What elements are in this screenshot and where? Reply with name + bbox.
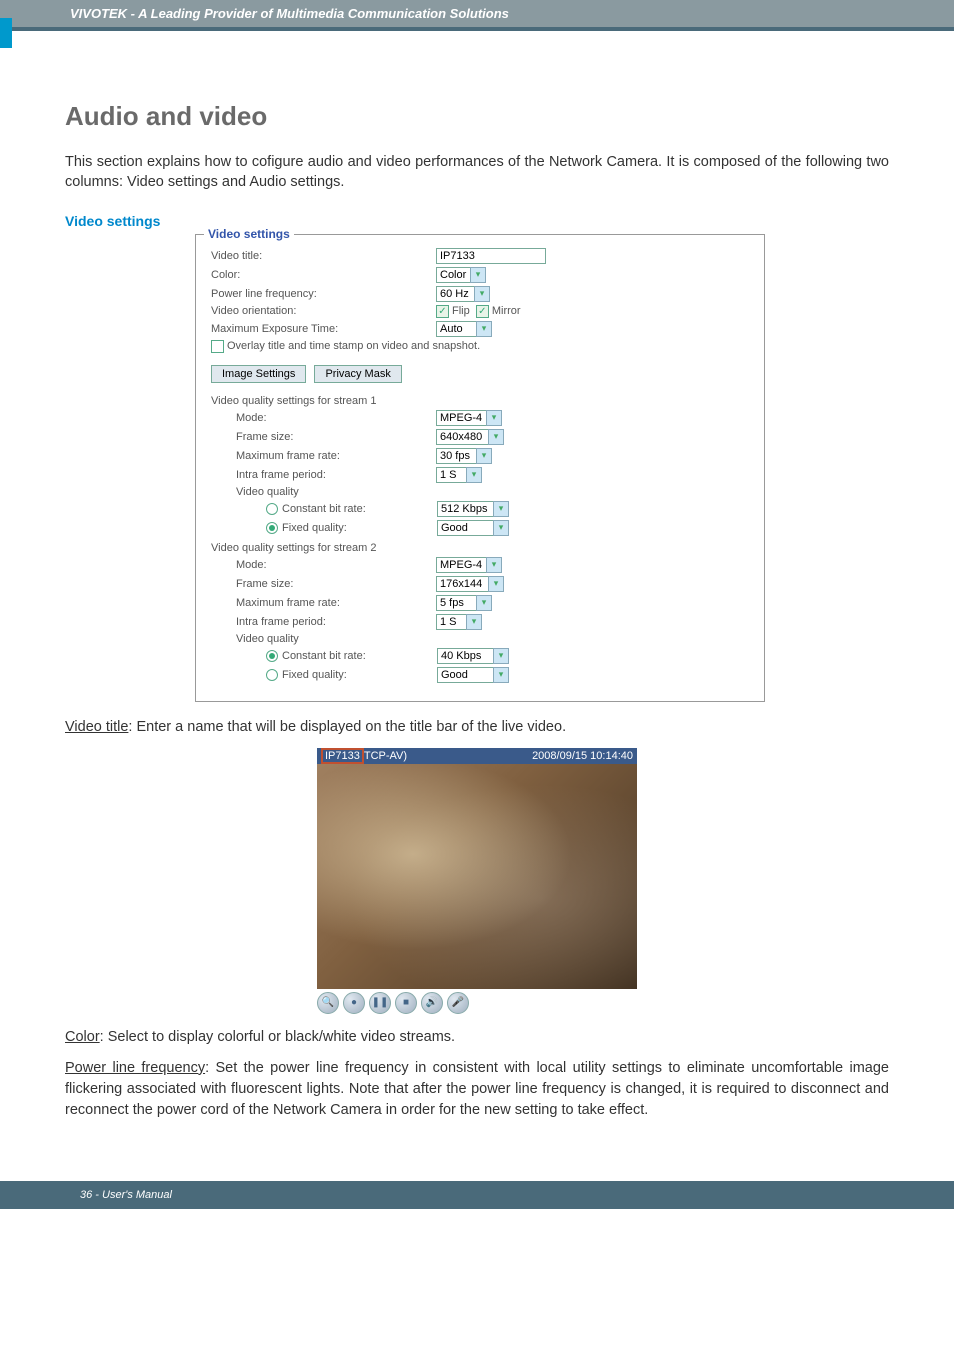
s1-cbr-radio[interactable] [266, 503, 278, 515]
s2-mode-select[interactable]: ▾ [436, 557, 502, 573]
s1-intra-select[interactable]: ▾ [436, 467, 482, 483]
s2-fs-select[interactable]: ▾ [436, 576, 504, 592]
video-title-input[interactable] [436, 248, 546, 264]
chevron-down-icon: ▾ [486, 410, 502, 426]
s1-fq-select[interactable]: ▾ [437, 520, 509, 536]
chevron-down-icon: ▾ [476, 448, 492, 464]
s2-fq-select[interactable]: ▾ [437, 667, 509, 683]
intro-paragraph: This section explains how to cofigure au… [65, 152, 889, 193]
privacy-mask-button[interactable]: Privacy Mask [314, 365, 401, 383]
chevron-down-icon: ▾ [493, 648, 509, 664]
s1-cbr-select[interactable]: ▾ [437, 501, 509, 517]
orientation-label: Video orientation: [211, 305, 436, 317]
video-overlay-title: IP7133 [321, 748, 364, 764]
panel-legend: Video settings [204, 227, 294, 241]
document-header: VIVOTEK - A Leading Provider of Multimed… [0, 0, 954, 27]
video-frame [317, 764, 637, 989]
video-overlay-protocol: TCP-AV) [364, 750, 407, 762]
chevron-down-icon: ▾ [470, 267, 486, 283]
chevron-down-icon: ▾ [466, 467, 482, 483]
page-footer: 36 - User's Manual [0, 1181, 954, 1209]
chevron-down-icon: ▾ [486, 557, 502, 573]
s2-mfr-label: Maximum frame rate: [236, 597, 436, 609]
s1-fs-select[interactable]: ▾ [436, 429, 504, 445]
image-settings-button[interactable]: Image Settings [211, 365, 306, 383]
side-tab [0, 18, 12, 48]
page-title: Audio and video [65, 101, 889, 132]
s1-fs-label: Frame size: [236, 431, 436, 443]
color-select[interactable]: ▾ [436, 267, 486, 283]
chevron-down-icon: ▾ [474, 286, 490, 302]
chevron-down-icon: ▾ [476, 321, 492, 337]
video-settings-heading: Video settings [65, 213, 889, 229]
chevron-down-icon: ▾ [488, 576, 504, 592]
s2-fq-label: Fixed quality: [282, 669, 437, 681]
chevron-down-icon: ▾ [493, 501, 509, 517]
s2-intra-select[interactable]: ▾ [436, 614, 482, 630]
record-icon[interactable]: ● [343, 992, 365, 1014]
s2-vq-label: Video quality [236, 633, 299, 645]
header-brand-text: VIVOTEK - A Leading Provider of Multimed… [70, 6, 934, 21]
chevron-down-icon: ▾ [466, 614, 482, 630]
chevron-down-icon: ▾ [476, 595, 492, 611]
flip-checkbox[interactable]: ✓ [436, 305, 449, 318]
plf-select[interactable]: ▾ [436, 286, 490, 302]
chevron-down-icon: ▾ [493, 520, 509, 536]
live-video-preview: IP7133TCP-AV) 2008/09/15 10:14:40 🔍 ● ❚❚… [317, 748, 637, 1017]
video-settings-panel: Video settings Video title: Color: ▾ Pow… [195, 234, 765, 702]
mic-icon[interactable]: 🎤 [447, 992, 469, 1014]
page-number: 36 - User's Manual [80, 1189, 172, 1201]
plf-desc: Power line frequency: Set the power line… [65, 1058, 889, 1121]
s2-cbr-label: Constant bit rate: [282, 650, 437, 662]
s1-fq-radio[interactable] [266, 522, 278, 534]
s2-intra-label: Intra frame period: [236, 616, 436, 628]
mirror-checkbox-label: Mirror [492, 305, 521, 317]
video-overlay-bar: IP7133TCP-AV) 2008/09/15 10:14:40 [317, 748, 637, 764]
s2-fq-radio[interactable] [266, 669, 278, 681]
met-label: Maximum Exposure Time: [211, 323, 436, 335]
mirror-checkbox[interactable]: ✓ [476, 305, 489, 318]
chevron-down-icon: ▾ [488, 429, 504, 445]
stream2-header: Video quality settings for stream 2 [211, 542, 749, 554]
chevron-down-icon: ▾ [493, 667, 509, 683]
color-label: Color: [211, 269, 436, 281]
overlay-checkbox-label: Overlay title and time stamp on video an… [227, 340, 480, 352]
s2-cbr-select[interactable]: ▾ [437, 648, 509, 664]
overlay-checkbox[interactable] [211, 340, 224, 353]
met-select[interactable]: ▾ [436, 321, 492, 337]
s2-fs-label: Frame size: [236, 578, 436, 590]
video-title-label: Video title: [211, 250, 436, 262]
plf-label: Power line frequency: [211, 288, 436, 300]
pause-icon[interactable]: ❚❚ [369, 992, 391, 1014]
stop-icon[interactable]: ■ [395, 992, 417, 1014]
video-title-desc: Video title: Enter a name that will be d… [65, 717, 889, 738]
s2-mfr-select[interactable]: ▾ [436, 595, 492, 611]
s1-intra-label: Intra frame period: [236, 469, 436, 481]
s1-mode-label: Mode: [236, 412, 436, 424]
speaker-icon[interactable]: 🔊 [421, 992, 443, 1014]
color-desc: Color: Select to display colorful or bla… [65, 1027, 889, 1048]
s1-mode-select[interactable]: ▾ [436, 410, 502, 426]
stream1-header: Video quality settings for stream 1 [211, 395, 749, 407]
flip-checkbox-label: Flip [452, 305, 470, 317]
s1-mfr-label: Maximum frame rate: [236, 450, 436, 462]
video-control-bar: 🔍 ● ❚❚ ■ 🔊 🎤 [317, 989, 637, 1017]
s2-cbr-radio[interactable] [266, 650, 278, 662]
s2-mode-label: Mode: [236, 559, 436, 571]
zoom-icon[interactable]: 🔍 [317, 992, 339, 1014]
s1-vq-label: Video quality [236, 486, 299, 498]
s1-fq-label: Fixed quality: [282, 522, 437, 534]
video-overlay-timestamp: 2008/09/15 10:14:40 [532, 750, 633, 762]
s1-mfr-select[interactable]: ▾ [436, 448, 492, 464]
s1-cbr-label: Constant bit rate: [282, 503, 437, 515]
